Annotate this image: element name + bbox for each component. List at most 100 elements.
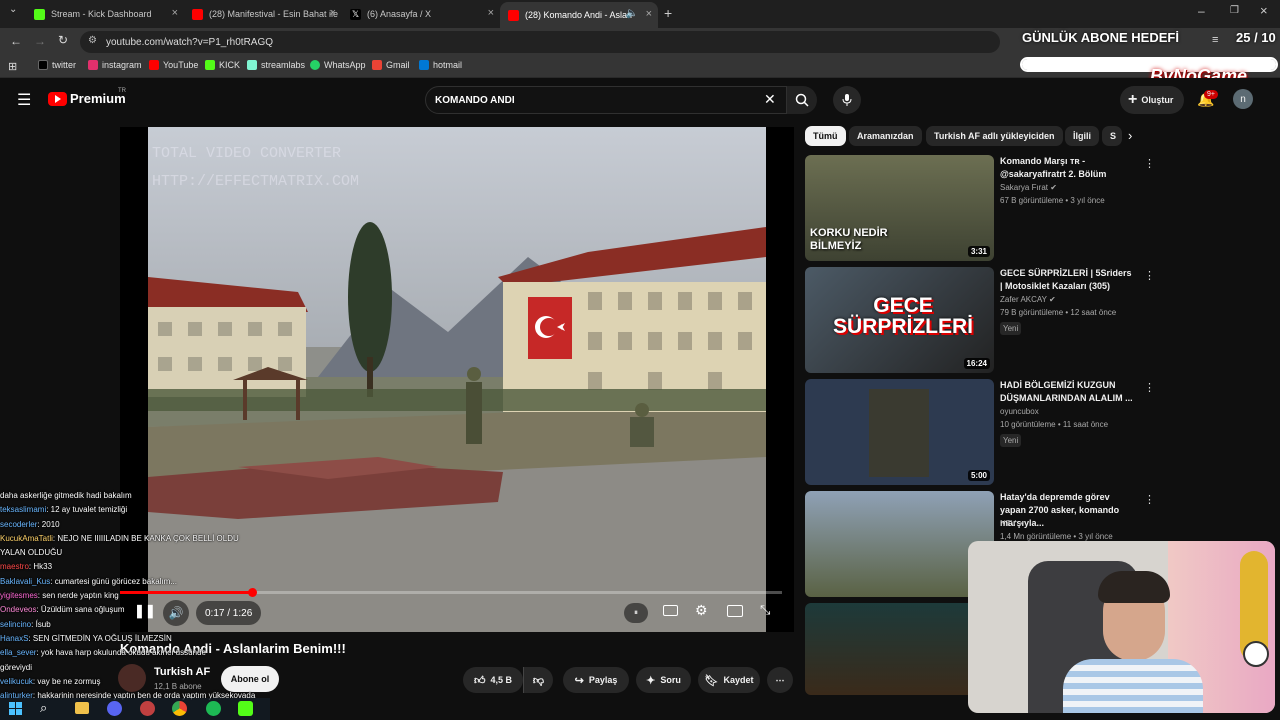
autoplay-toggle-icon[interactable]: ⏸ <box>624 603 648 623</box>
browser-tab-bar: Stream - Kick Dashboard × (28) Manifesti… <box>0 0 1280 28</box>
search-button[interactable] <box>787 86 817 114</box>
tab-kick-dashboard[interactable]: Stream - Kick Dashboard × <box>26 4 184 24</box>
subtitles-icon[interactable] <box>663 605 678 616</box>
more-vert-icon[interactable]: ⋮ <box>1144 157 1155 170</box>
video-meta: 1,4 Mn görüntüleme • 3 yıl önce <box>1000 532 1113 541</box>
youtube-logo-icon[interactable] <box>48 92 67 106</box>
bookmark-streamlabs[interactable]: streamlabs <box>247 60 305 70</box>
kick-icon[interactable] <box>238 701 253 716</box>
speaker-icon[interactable]: 🔈 <box>626 8 638 19</box>
chip-all[interactable]: Tümü <box>805 126 846 146</box>
tab-label: (28) Manifestival - Esin Bahat ile <box>209 9 339 19</box>
country-code: TR <box>118 88 126 94</box>
forward-icon[interactable]: → <box>34 34 46 48</box>
apps-grid-icon[interactable]: ⊞ <box>8 60 17 73</box>
share-button[interactable]: ↪ Paylaş <box>563 667 629 693</box>
chrome-icon[interactable] <box>172 701 187 716</box>
chip-more[interactable]: S <box>1102 126 1122 146</box>
chat-message: ella_sever: yok hava harp okulunda okudu… <box>0 648 206 658</box>
dislike-button[interactable]: 👎︎ <box>523 667 553 693</box>
more-actions-button[interactable]: ⋯ <box>767 667 793 693</box>
chat-message: Baklavali_Kus: cumartesi günü görücez ba… <box>0 576 177 586</box>
spotify-icon[interactable] <box>206 701 221 716</box>
bookmark-hotmail[interactable]: hotmail <box>419 60 462 70</box>
bookmark-youtube[interactable]: YouTube <box>149 60 198 70</box>
bookmark-label: twitter <box>52 60 77 70</box>
clear-search-icon[interactable]: ✕ <box>764 91 776 108</box>
video-thumbnail[interactable]: GECE SÜRPRİZLERİ 16:24 <box>805 267 994 373</box>
close-icon[interactable]: × <box>172 7 178 19</box>
chip-from-search[interactable]: Aramanızdan <box>849 126 922 146</box>
instagram-icon <box>88 60 98 70</box>
channel-name[interactable]: Zafer AKCAY ✔ <box>1000 295 1056 304</box>
miniplayer-icon[interactable] <box>727 605 743 617</box>
video-thumbnail[interactable]: KORKU NEDİR BİLMEYİZ 3:31 <box>805 155 994 261</box>
bookmark-gmail[interactable]: Gmail <box>372 60 410 70</box>
site-info-icon[interactable]: ⚙ <box>88 35 97 46</box>
bookmark-label: hotmail <box>433 60 463 70</box>
settings-gear-icon[interactable]: ⚙ <box>695 602 708 619</box>
app-icon[interactable] <box>140 701 155 716</box>
back-icon[interactable]: ← <box>10 34 22 48</box>
chip-from-uploader[interactable]: Turkish AF adlı yükleyiciden <box>926 126 1063 146</box>
chat-message: Ondeveos: Üzüldüm sana oğluşum <box>0 605 125 615</box>
avatar[interactable]: n <box>1233 89 1253 109</box>
tab-list-icon[interactable]: ≡ <box>1212 34 1218 46</box>
chevron-right-icon[interactable]: › <box>1128 128 1132 143</box>
whatsapp-icon <box>310 60 320 70</box>
close-icon[interactable]: × <box>330 7 336 19</box>
reload-icon[interactable]: ↻ <box>58 33 68 47</box>
recommendation-item[interactable]: 5:00 HADİ BÖLGEMİZİ KUZGUN DÜŞMANLARINDA… <box>805 379 1155 485</box>
save-button[interactable]: 🔖︎ Kaydet <box>698 667 760 693</box>
chip-related[interactable]: İlgili <box>1065 126 1099 146</box>
video-thumbnail[interactable]: 5:00 <box>805 379 994 485</box>
voice-search-button[interactable] <box>833 86 861 114</box>
discord-icon[interactable] <box>107 701 122 716</box>
fullscreen-icon[interactable]: ⤡ <box>760 602 770 618</box>
close-icon[interactable]: × <box>488 7 494 19</box>
bookmark-kick[interactable]: KICK <box>205 60 240 70</box>
channel-name[interactable]: NTV ✔ <box>1000 519 1025 528</box>
tab-search-icon[interactable]: ⌄ <box>9 4 17 15</box>
search-input[interactable]: KOMANDO ANDI ✕ <box>425 86 787 114</box>
channel-name[interactable]: oyuncubox <box>1000 407 1039 416</box>
menu-icon[interactable]: ☰ <box>17 90 31 110</box>
bookmark-instagram[interactable]: instagram <box>88 60 142 70</box>
more-vert-icon[interactable]: ⋮ <box>1144 493 1155 506</box>
video-thumbnail[interactable] <box>805 603 994 695</box>
thumbs-up-icon: 👍︎ <box>473 674 486 687</box>
tab-label: (6) Anasayfa / X <box>367 9 432 19</box>
recommendation-item[interactable]: GECE SÜRPRİZLERİ 16:24 GECE SÜRPRİZLERİ … <box>805 267 1155 373</box>
close-icon[interactable]: × <box>646 8 652 20</box>
kick-icon <box>34 8 45 20</box>
new-tab-icon[interactable]: + <box>664 5 672 21</box>
x-icon <box>38 60 48 70</box>
taskbar-search-icon[interactable]: ⌕ <box>40 700 47 716</box>
more-vert-icon[interactable]: ⋮ <box>1144 381 1155 394</box>
chat-message: secoderler: 2010 <box>0 519 60 529</box>
ask-button[interactable]: ✦ Soru <box>636 667 691 693</box>
windows-start-icon[interactable] <box>9 702 22 715</box>
outlook-icon <box>419 60 429 70</box>
url-field[interactable]: ⚙ youtube.com/watch?v=P1_rh0tRAGQ <box>80 31 1000 53</box>
create-button[interactable]: + Oluştur <box>1120 86 1184 114</box>
tab-manifestival[interactable]: (28) Manifestival - Esin Bahat ile × <box>184 4 342 24</box>
maximize-icon[interactable]: ❐ <box>1230 5 1239 16</box>
video-title[interactable]: GECE SÜRPRİZLERİ | 5Sriders | Motosiklet… <box>1000 267 1135 293</box>
minimize-icon[interactable]: – <box>1198 4 1205 18</box>
tab-komando-andi[interactable]: (28) Komando Andi - Aslan 🔈 × <box>500 2 658 28</box>
recommendation-item[interactable]: KORKU NEDİR BİLMEYİZ 3:31 Komando Marşı … <box>805 155 1155 261</box>
video-title[interactable]: HADİ BÖLGEMİZİ KUZGUN DÜŞMANLARINDAN ALA… <box>1000 379 1135 405</box>
like-button[interactable]: 👍︎ 4,5 B <box>463 667 523 693</box>
bookmark-whatsapp[interactable]: WhatsApp <box>310 60 366 70</box>
microphone-icon <box>842 94 852 106</box>
more-vert-icon[interactable]: ⋮ <box>1144 269 1155 282</box>
tab-x-home[interactable]: 𝕏 (6) Anasayfa / X × <box>342 4 500 24</box>
window-close-icon[interactable]: × <box>1260 3 1268 18</box>
file-explorer-icon[interactable] <box>75 702 89 714</box>
video-thumbnail[interactable] <box>805 491 994 597</box>
video-title[interactable]: Komando Marşı ᴛʀ - @sakaryafiratrt 2. Bö… <box>1000 155 1135 181</box>
bookmark-twitter[interactable]: twitter <box>38 60 76 70</box>
channel-name[interactable]: Sakarya Fırat ✔ <box>1000 183 1057 192</box>
chat-message: göreviydi <box>0 662 33 672</box>
